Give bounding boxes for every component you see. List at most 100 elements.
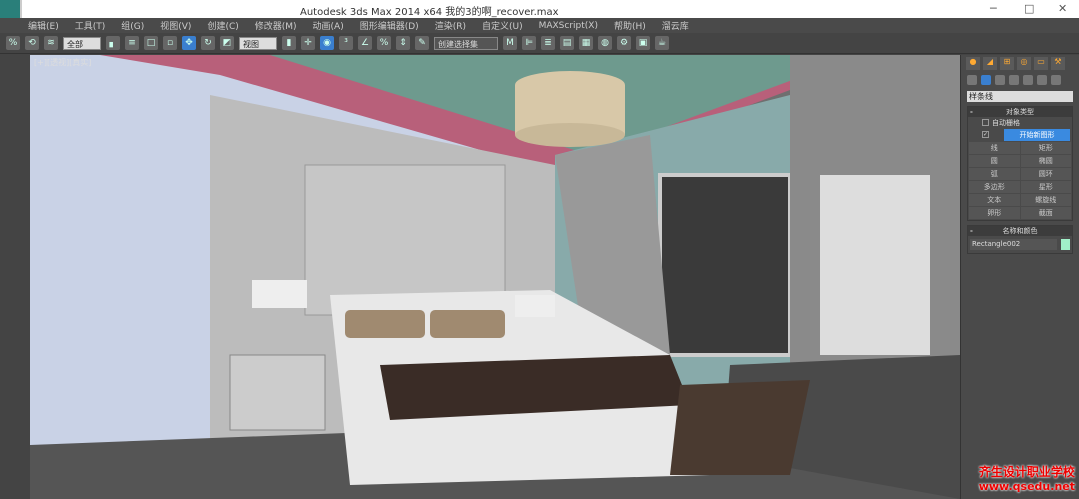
ellipse-button[interactable]: 椭圆: [1020, 155, 1071, 167]
object-type-title: 对象类型: [1006, 108, 1034, 116]
curve-editor-icon[interactable]: ▤: [560, 36, 574, 50]
app-logo-icon[interactable]: [0, 0, 22, 18]
keyboard-shortcut-icon[interactable]: ◉: [320, 36, 334, 50]
rectangle-button[interactable]: 矩形: [1020, 142, 1071, 154]
bind-space-warp-icon[interactable]: ≋: [44, 36, 58, 50]
space-warps-icon[interactable]: [1037, 75, 1047, 85]
create-tab-icon[interactable]: ●: [966, 57, 980, 70]
angle-snap-icon[interactable]: ∠: [358, 36, 372, 50]
main-toolbar: % ⟲ ≋ 全部 ▖ ≡ □ ▫ ✥ ↻ ◩ 视图 ▮ ✛ ◉ ³ ∠ % ⇕ …: [0, 33, 1079, 54]
render-frame-icon[interactable]: ▣: [636, 36, 650, 50]
helix-button[interactable]: 螺旋线: [1020, 194, 1071, 206]
schematic-view-icon[interactable]: ▦: [579, 36, 593, 50]
modify-tab-icon[interactable]: ◢: [983, 57, 997, 70]
close-button[interactable]: ✕: [1058, 2, 1067, 15]
motion-tab-icon[interactable]: ◎: [1017, 57, 1031, 70]
name-color-header[interactable]: - 名称和颜色: [968, 226, 1072, 236]
circle-button[interactable]: 圆: [969, 155, 1020, 167]
line-button[interactable]: 线: [969, 142, 1020, 154]
section-button[interactable]: 截面: [1020, 207, 1071, 219]
menu-views[interactable]: 视图(V): [160, 19, 191, 32]
scale-icon[interactable]: ◩: [220, 36, 234, 50]
menu-help[interactable]: 帮助(H): [614, 19, 646, 32]
menu-maxscript[interactable]: MAXScript(X): [539, 21, 598, 31]
menu-library[interactable]: 溜云库: [662, 19, 689, 32]
left-strip: [0, 55, 30, 499]
shapes-icon[interactable]: [981, 75, 991, 85]
unlink-icon[interactable]: ⟲: [25, 36, 39, 50]
move-icon[interactable]: ✥: [182, 36, 196, 50]
auto-grid-checkbox[interactable]: 自动栅格: [968, 117, 1072, 129]
rotate-icon[interactable]: ↻: [201, 36, 215, 50]
cameras-icon[interactable]: [1009, 75, 1019, 85]
named-selection-dropdown[interactable]: 创建选择集: [434, 36, 498, 50]
object-type-rollout: - 对象类型 自动栅格 ✓ 开始新图形 线 矩形 圆 椭圆 弧 圆环 多边形 星形 …: [967, 106, 1073, 221]
edit-named-selection-icon[interactable]: ✎: [415, 36, 429, 50]
text-button[interactable]: 文本: [969, 194, 1020, 206]
menu-animation[interactable]: 动画(A): [313, 19, 344, 32]
category-dropdown[interactable]: 样条线: [967, 91, 1073, 102]
object-color-swatch[interactable]: [1061, 239, 1070, 250]
display-tab-icon[interactable]: ▭: [1034, 57, 1048, 70]
helpers-icon[interactable]: [1023, 75, 1033, 85]
menu-edit[interactable]: 编辑(E): [28, 19, 59, 32]
rect-selection-icon[interactable]: □: [144, 36, 158, 50]
window: [658, 173, 792, 357]
command-panel: ● ◢ ⊞ ◎ ▭ ⚒ 样条线 - 对象类型 自动栅格 ✓ 开始新图形 线 矩形 圆…: [960, 55, 1079, 499]
spinner-snap-icon[interactable]: ⇕: [396, 36, 410, 50]
window-crossing-icon[interactable]: ▫: [163, 36, 177, 50]
menu-modifiers[interactable]: 修改器(M): [255, 19, 297, 32]
window-title: Autodesk 3ds Max 2014 x64 我的3的啊_recover.…: [300, 7, 559, 18]
mirror-icon[interactable]: M: [503, 36, 517, 50]
percent-snap-icon[interactable]: %: [377, 36, 391, 50]
menu-graph-editors[interactable]: 图形编辑器(D): [360, 19, 419, 32]
pivot-icon[interactable]: ▮: [282, 36, 296, 50]
hierarchy-tab-icon[interactable]: ⊞: [1000, 57, 1014, 70]
link-icon[interactable]: %: [6, 36, 20, 50]
menu-bar: 编辑(E) 工具(T) 组(G) 视图(V) 创建(C) 修改器(M) 动画(A…: [0, 18, 1079, 33]
menu-rendering[interactable]: 渲染(R): [435, 19, 466, 32]
utilities-tab-icon[interactable]: ⚒: [1051, 57, 1065, 70]
star-button[interactable]: 星形: [1020, 181, 1071, 193]
menu-group[interactable]: 组(G): [121, 19, 144, 32]
start-new-shape-button[interactable]: 开始新图形: [1004, 129, 1070, 141]
render-icon[interactable]: ☕: [655, 36, 669, 50]
perspective-viewport[interactable]: [+][透视][真实]: [30, 55, 960, 499]
align-icon[interactable]: ⊫: [522, 36, 536, 50]
menu-tools[interactable]: 工具(T): [75, 19, 106, 32]
name-color-title: 名称和颜色: [1002, 227, 1038, 235]
egg-button[interactable]: 卵形: [969, 207, 1020, 219]
pillow: [345, 310, 425, 338]
menu-create[interactable]: 创建(C): [207, 19, 238, 32]
object-type-header[interactable]: - 对象类型: [968, 107, 1072, 117]
select-by-name-icon[interactable]: ≡: [125, 36, 139, 50]
pillow: [430, 310, 505, 338]
select-object-icon[interactable]: ▖: [106, 36, 120, 50]
material-editor-icon[interactable]: ◍: [598, 36, 612, 50]
minimize-button[interactable]: ─: [990, 2, 997, 15]
arc-button[interactable]: 弧: [969, 168, 1020, 180]
start-new-shape-checkbox[interactable]: ✓ 开始新图形: [968, 129, 1072, 141]
donut-button[interactable]: 圆环: [1020, 168, 1071, 180]
viewport-label[interactable]: [+][透视][真实]: [34, 57, 91, 68]
lights-icon[interactable]: [995, 75, 1005, 85]
tv-panel: [820, 175, 930, 355]
nightstand: [229, 354, 326, 431]
watermark-line1: 齐生设计职业学校: [978, 465, 1075, 479]
object-name-input[interactable]: Rectangle002: [970, 239, 1057, 250]
systems-icon[interactable]: [1051, 75, 1061, 85]
reference-coord-dropdown[interactable]: 视图: [239, 36, 277, 50]
render-setup-icon[interactable]: ⚙: [617, 36, 631, 50]
layer-manager-icon[interactable]: ≣: [541, 36, 555, 50]
title-bar: Autodesk 3ds Max 2014 x64 我的3的啊_recover.…: [0, 0, 1079, 18]
ottoman-cushion: [670, 380, 810, 475]
menu-customize[interactable]: 自定义(U): [482, 19, 523, 32]
chandelier-bottom: [515, 123, 625, 147]
snap-toggle-icon[interactable]: ³: [339, 36, 353, 50]
geometry-icon[interactable]: [967, 75, 977, 85]
ngon-button[interactable]: 多边形: [969, 181, 1020, 193]
watermark-line2: www.qsedu.net: [978, 480, 1075, 493]
maximize-button[interactable]: □: [1024, 2, 1034, 15]
selection-filter-dropdown[interactable]: 全部: [63, 36, 101, 50]
select-manipulate-icon[interactable]: ✛: [301, 36, 315, 50]
